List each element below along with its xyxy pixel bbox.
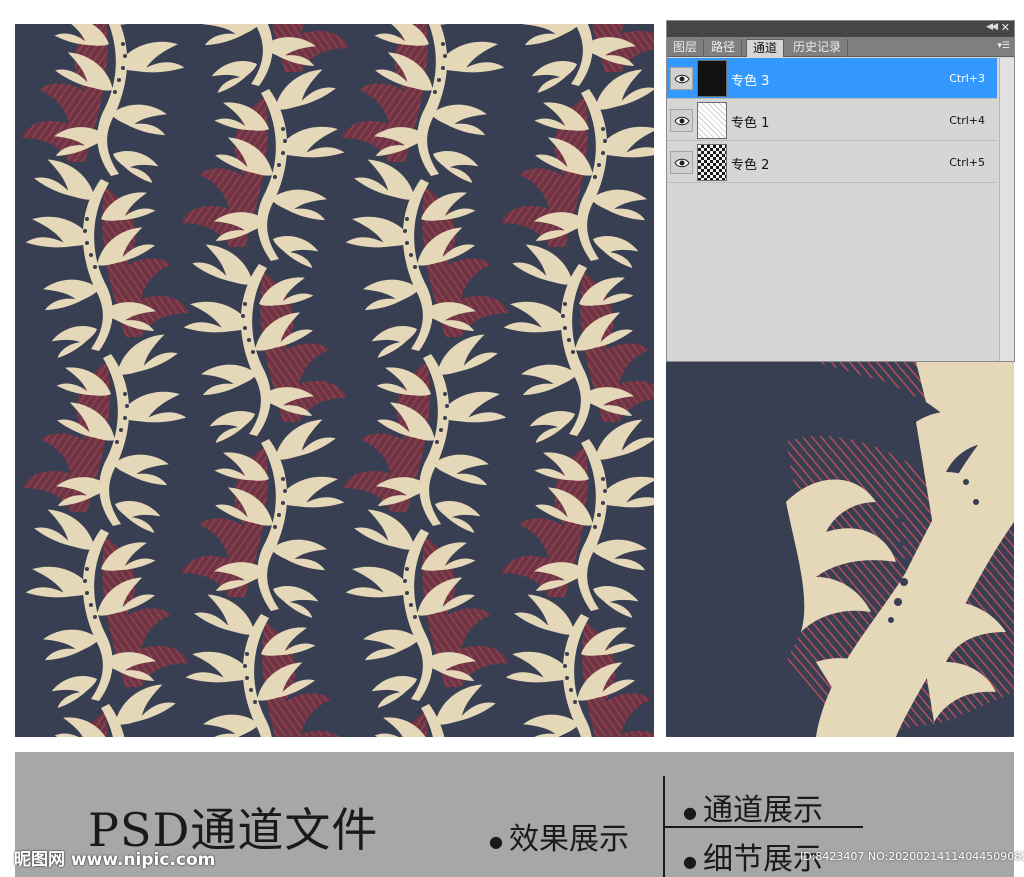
watermark-id: ID:8423407 NO:20200214114044509082 xyxy=(800,850,1024,863)
channel-name: 专色 2 xyxy=(731,158,770,173)
double-chevron-left-icon[interactable]: ◀◀ xyxy=(986,22,998,32)
channel-thumbnail xyxy=(697,144,727,181)
bullet-icon: ● xyxy=(683,851,697,871)
pattern-preview xyxy=(15,24,654,737)
channel-shortcut: Ctrl+4 xyxy=(949,114,985,127)
channel-name: 专色 3 xyxy=(731,74,770,89)
tab-paths[interactable]: 路径 xyxy=(705,39,743,57)
tab-layers[interactable]: 图层 xyxy=(667,39,705,57)
caption-item-channels: ● 通道展示 xyxy=(683,785,823,829)
eye-icon xyxy=(674,116,690,126)
eye-icon xyxy=(674,74,690,84)
channel-shortcut: Ctrl+5 xyxy=(949,156,985,169)
tab-channels[interactable]: 通道 xyxy=(746,39,785,57)
channel-thumbnail xyxy=(697,60,727,97)
visibility-toggle[interactable] xyxy=(670,67,693,90)
channel-row-spot-1[interactable]: 专色 1 Ctrl+4 xyxy=(667,100,997,141)
caption-item-label: 效果展示 xyxy=(508,822,629,857)
channels-panel: ◀◀ ✕ 图层 路径 通道 历史记录 ▾☰ 专色 3 Ctrl+3 专色 1 C xyxy=(666,20,1015,362)
eye-icon xyxy=(674,158,690,168)
visibility-toggle[interactable] xyxy=(670,109,693,132)
panel-titlebar: ◀◀ ✕ xyxy=(667,21,1014,37)
tab-history[interactable]: 历史记录 xyxy=(787,39,849,57)
caption-item-effect: ● 效果展示 xyxy=(489,814,629,858)
bullet-icon: ● xyxy=(489,831,503,851)
channel-row-spot-2[interactable]: 专色 2 Ctrl+5 xyxy=(667,142,997,183)
close-icon[interactable]: ✕ xyxy=(1001,21,1010,34)
channel-shortcut: Ctrl+3 xyxy=(949,72,985,85)
bullet-icon: ● xyxy=(683,802,697,822)
channel-thumbnail xyxy=(697,102,727,139)
channel-name: 专色 1 xyxy=(731,116,770,131)
channel-row-spot-3[interactable]: 专色 3 Ctrl+3 xyxy=(667,58,997,99)
caption-item-label: 通道展示 xyxy=(702,793,823,828)
panel-scrollbar[interactable] xyxy=(999,58,1014,361)
visibility-toggle[interactable] xyxy=(670,151,693,174)
panel-menu-icon[interactable]: ▾☰ xyxy=(997,41,1010,51)
panel-tabs: 图层 路径 通道 历史记录 ▾☰ xyxy=(667,37,1014,57)
detail-preview xyxy=(666,362,1014,737)
watermark-logo: 昵图网 www.nipic.com xyxy=(14,850,216,870)
